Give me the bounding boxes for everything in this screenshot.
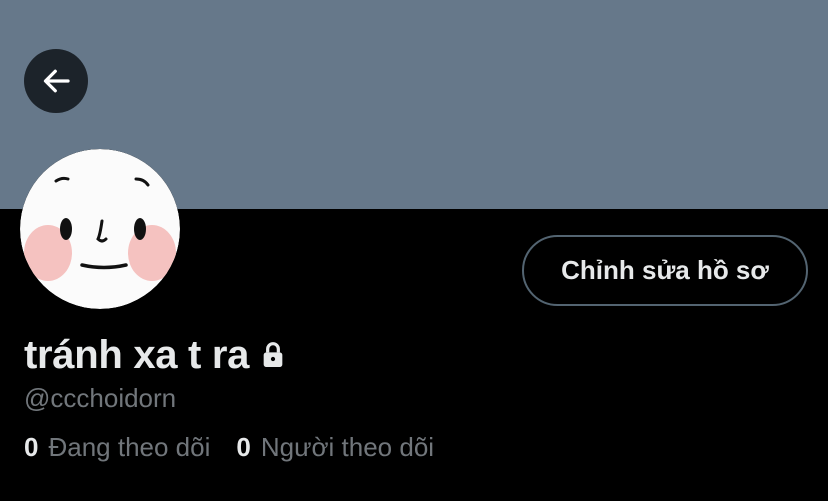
display-name: tránh xa t ra: [24, 333, 250, 377]
followers-label: Người theo dõi: [260, 432, 435, 462]
follow-stats: 0 Đang theo dõi 0 Người theo dõi: [24, 431, 460, 463]
followers-count: 0: [236, 432, 251, 462]
edit-profile-button[interactable]: Chỉnh sửa hồ sơ: [522, 235, 808, 306]
user-handle: @ccchoidorn: [24, 383, 177, 413]
lock-icon: [257, 339, 289, 376]
following-link[interactable]: 0 Đang theo dõi: [24, 431, 210, 463]
profile-name-row: tránh xa t ra: [24, 330, 289, 380]
profile-screen: Chỉnh sửa hồ sơ tránh xa t ra @ccchoidor…: [0, 0, 828, 501]
arrow-left-icon: [38, 63, 74, 99]
avatar[interactable]: [20, 149, 180, 309]
following-count: 0: [24, 432, 39, 462]
followers-link[interactable]: 0 Người theo dõi: [236, 431, 434, 463]
following-label: Đang theo dõi: [48, 432, 211, 462]
back-button[interactable]: [24, 49, 88, 113]
